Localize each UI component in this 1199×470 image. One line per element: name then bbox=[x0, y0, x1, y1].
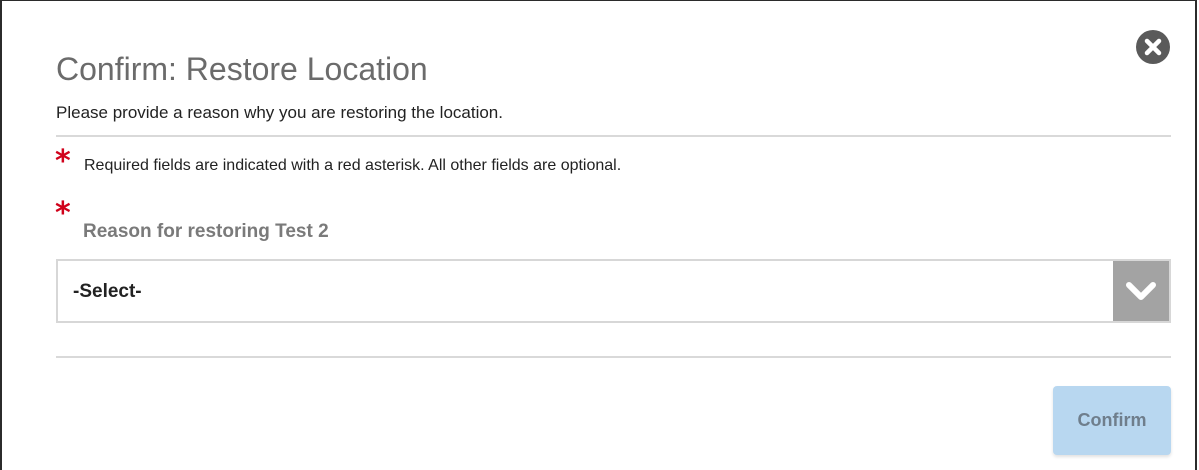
close-icon[interactable] bbox=[1136, 30, 1170, 64]
reason-select-value: -Select- bbox=[73, 281, 142, 302]
select-arrow-button[interactable] bbox=[1113, 261, 1169, 321]
chevron-down-icon bbox=[1126, 282, 1156, 300]
reason-required-asterisk: * bbox=[55, 196, 71, 231]
required-asterisk: * bbox=[55, 144, 71, 179]
confirm-button[interactable]: Confirm bbox=[1053, 386, 1171, 455]
reason-select[interactable]: -Select- bbox=[56, 259, 1171, 323]
divider-bottom bbox=[56, 356, 1171, 358]
reason-field-label: Reason for restoring Test 2 bbox=[83, 221, 329, 242]
dialog-title: Confirm: Restore Location bbox=[56, 51, 428, 87]
required-fields-note: Required fields are indicated with a red… bbox=[84, 157, 622, 174]
divider-top bbox=[56, 135, 1171, 137]
restore-location-dialog: Confirm: Restore Location Please provide… bbox=[0, 0, 1197, 470]
dialog-subtitle: Please provide a reason why you are rest… bbox=[56, 103, 503, 122]
